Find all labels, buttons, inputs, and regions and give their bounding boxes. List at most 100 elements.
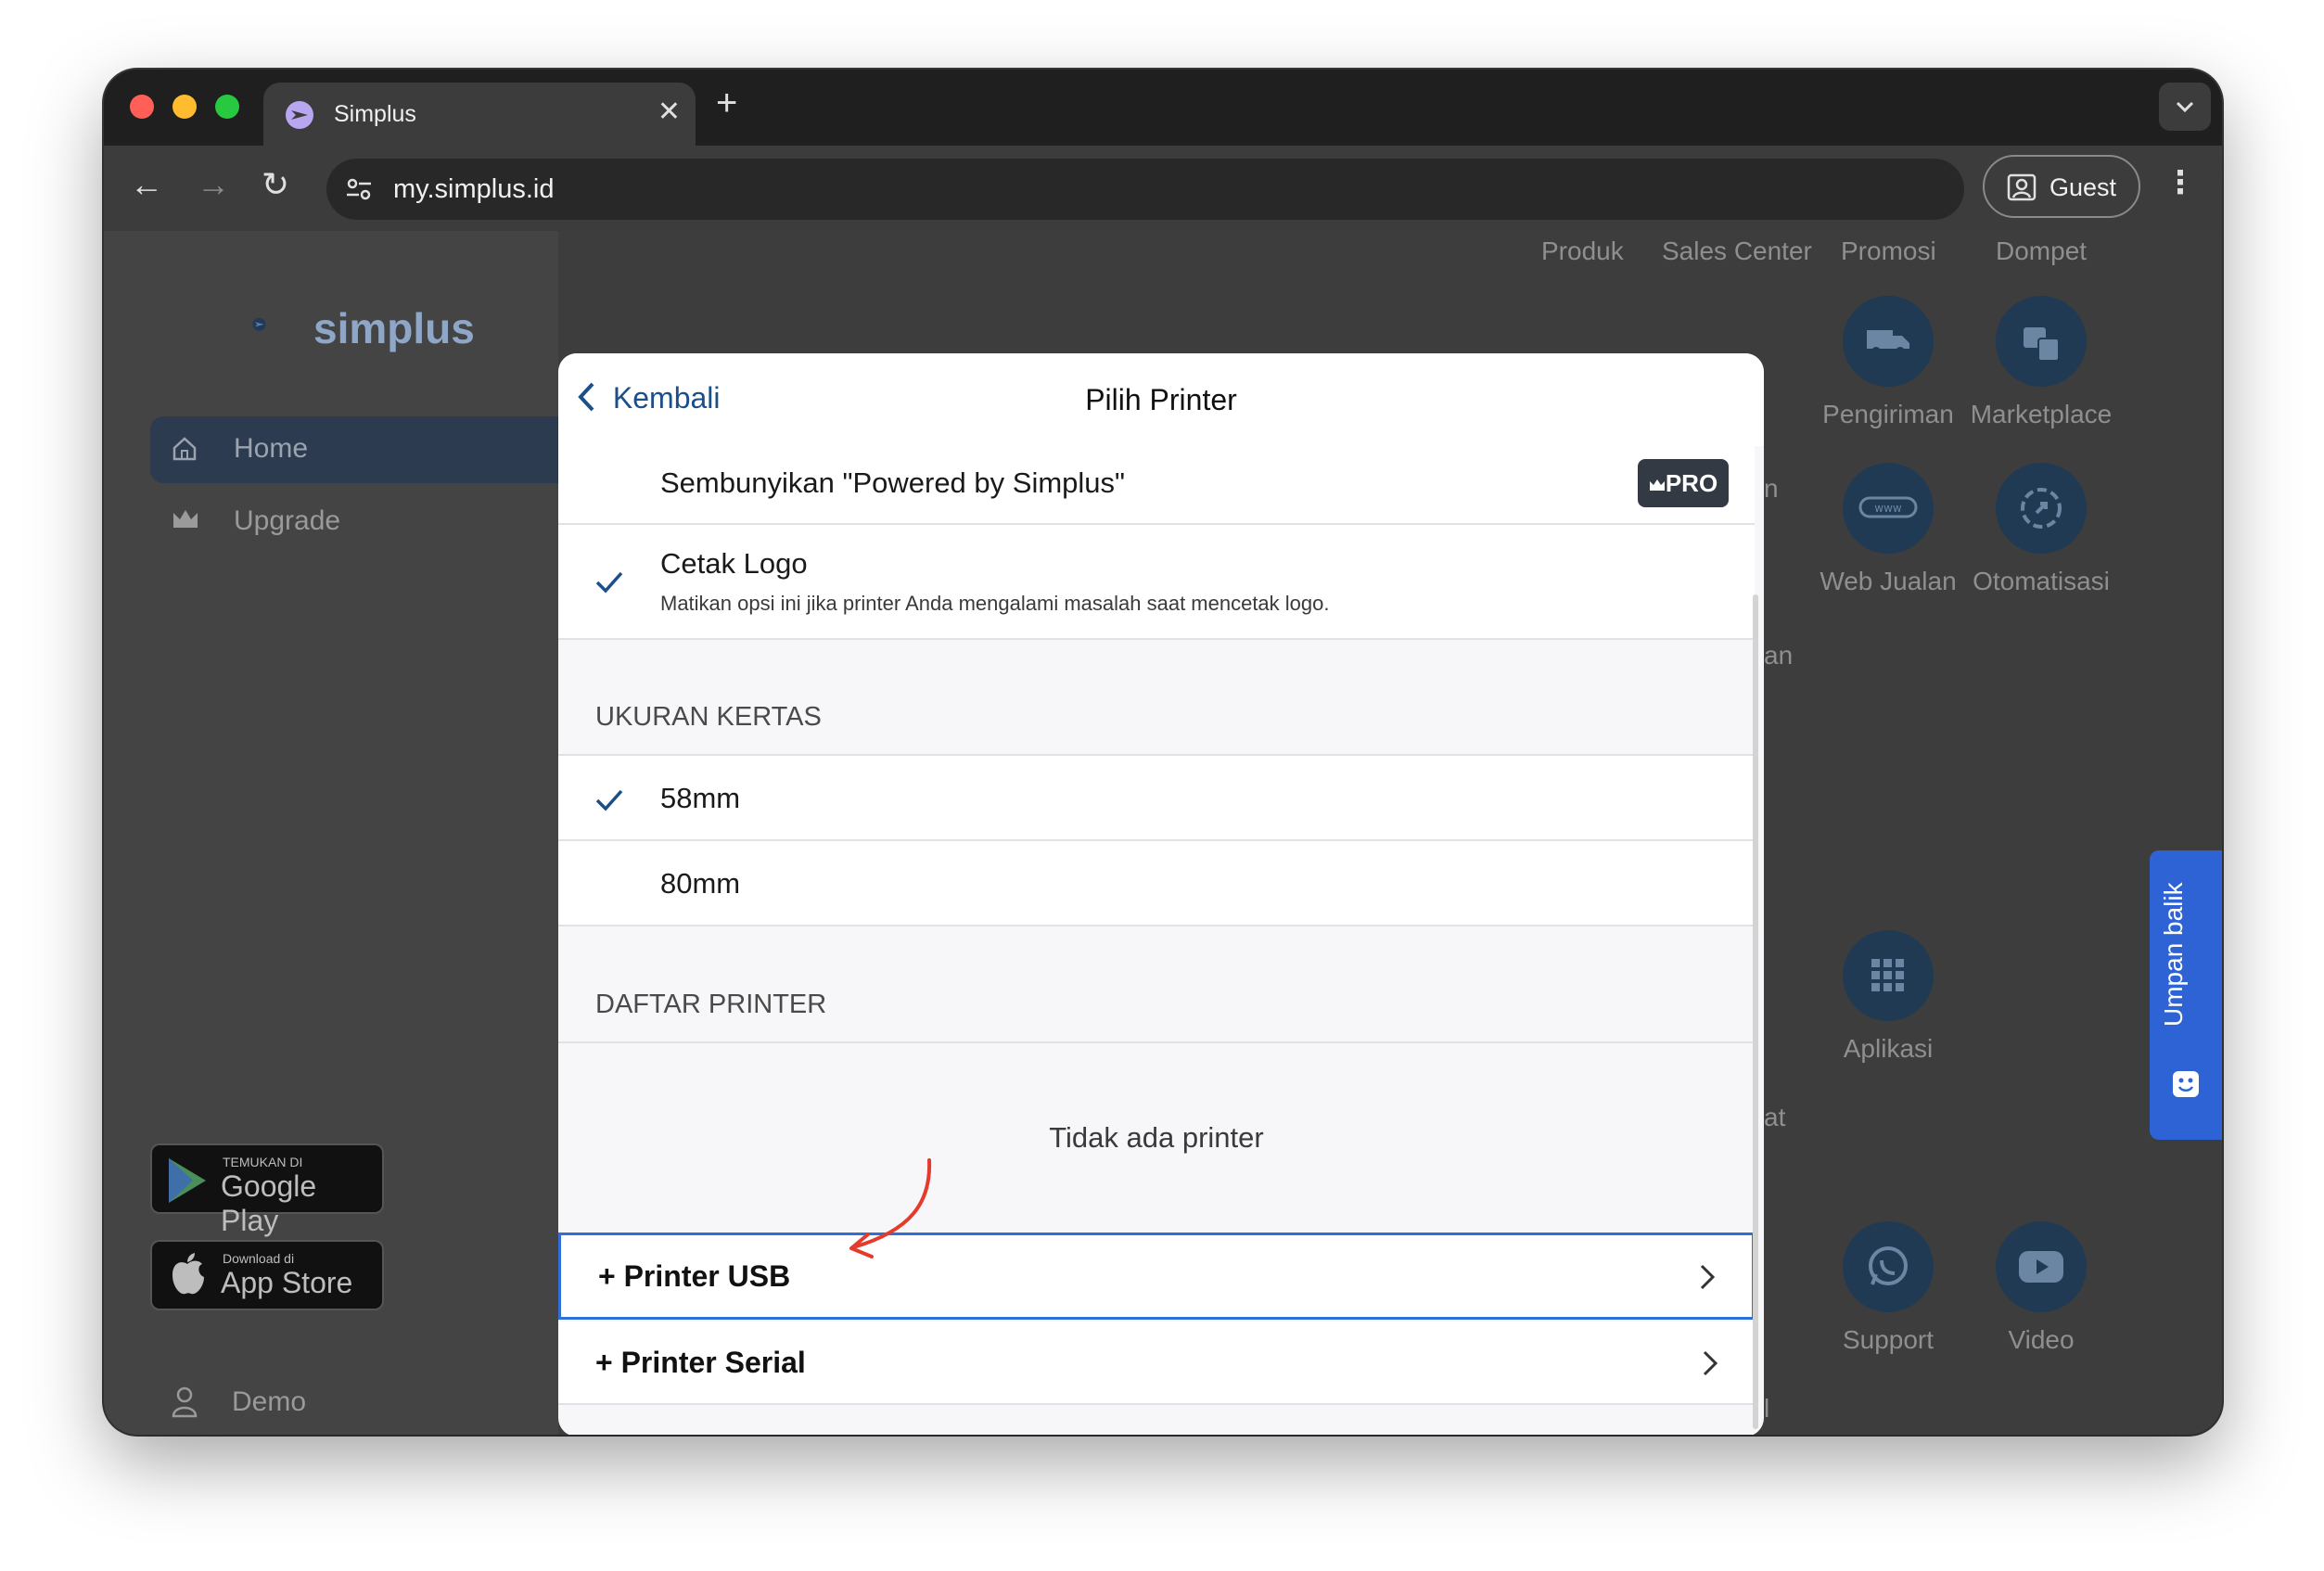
crown-icon — [1649, 479, 1665, 491]
tab-close-icon[interactable]: ✕ — [658, 96, 681, 128]
logo-text: simplus — [313, 304, 475, 352]
app-store-text: App Store — [221, 1266, 353, 1299]
paper-size-header: UKURAN KERTAS — [595, 702, 822, 732]
print-logo-option[interactable]: Cetak Logo Matikan opsi ini jika printer… — [558, 525, 1755, 640]
topnav-produk[interactable]: Produk — [1541, 236, 1624, 266]
feature-pengiriman[interactable]: Pengiriman — [1805, 296, 1972, 429]
whatsapp-icon — [1843, 1221, 1934, 1312]
printer-modal: Pilih Printer Kembali Sembunyikan "Power… — [558, 353, 1764, 1435]
feature-marketplace[interactable]: Marketplace — [1958, 296, 2125, 429]
checkmark-icon — [595, 789, 623, 811]
address-bar[interactable]: my.simplus.id — [326, 159, 1964, 220]
home-icon — [172, 437, 197, 461]
profile-label: Guest — [2049, 173, 2117, 201]
minimize-window-button[interactable] — [172, 95, 197, 119]
close-window-button[interactable] — [130, 95, 154, 119]
feature-otomatisasi[interactable]: Otomatisasi — [1958, 463, 2125, 596]
google-play-badge[interactable]: TEMUKAN DI Google Play — [150, 1143, 384, 1237]
new-tab-button[interactable]: + — [716, 84, 737, 121]
modal-header: Pilih Printer Kembali — [558, 353, 1764, 446]
sidebar: simplus Home Upgrade TEMUKAN DI Google P… — [104, 231, 577, 1435]
svg-text:www: www — [1874, 502, 1902, 515]
user-icon — [172, 1386, 198, 1418]
feature-label: Aplikasi — [1843, 1034, 1934, 1063]
automation-icon — [1996, 463, 2087, 554]
topnav-dompet[interactable]: Dompet — [1996, 236, 2087, 266]
add-serial-printer-label: + Printer Serial — [595, 1346, 806, 1379]
feature-video[interactable]: Video — [1958, 1221, 2125, 1355]
smiley-icon — [2173, 1071, 2199, 1097]
url-text: my.simplus.id — [393, 174, 555, 204]
hide-powered-by-option[interactable]: Sembunyikan "Powered by Simplus" PRO — [558, 446, 1755, 525]
feature-aplikasi[interactable]: Aplikasi — [1805, 930, 1972, 1064]
back-button[interactable]: Kembali — [577, 381, 721, 415]
sidebar-item-label: Home — [234, 433, 309, 464]
option-label: Sembunyikan "Powered by Simplus" — [660, 466, 1126, 499]
partial-label: at — [1764, 1103, 1786, 1131]
chevron-down-icon — [2176, 101, 2194, 113]
feature-support[interactable]: Support — [1805, 1221, 1972, 1355]
annotation-arrow-icon — [849, 1158, 932, 1258]
simplus-logo-icon — [252, 317, 266, 331]
option-description: Matikan opsi ini jika printer Anda menga… — [660, 592, 1330, 615]
app-store-badge[interactable]: Download di App Store — [150, 1240, 384, 1310]
chevron-right-icon — [1703, 1350, 1718, 1376]
feature-label: Pengiriman — [1822, 400, 1954, 428]
checkmark-icon — [595, 571, 623, 594]
sidebar-item-upgrade[interactable]: Upgrade — [171, 505, 340, 541]
partial-label: n — [1764, 474, 1779, 503]
partial-label: an — [1764, 641, 1794, 670]
add-usb-printer-label: + Printer USB — [598, 1259, 791, 1293]
profile-icon — [2007, 173, 2037, 201]
modal-title: Pilih Printer — [1085, 383, 1237, 416]
feature-label: Video — [2008, 1325, 2075, 1354]
truck-icon — [1843, 296, 1934, 387]
chevron-left-icon — [578, 382, 594, 412]
feature-label: Otomatisasi — [1973, 567, 2110, 595]
youtube-icon — [1996, 1221, 2087, 1312]
tab-search-button[interactable] — [2159, 83, 2211, 131]
tab-title: Simplus — [334, 101, 416, 127]
back-arrow-icon[interactable]: ← — [130, 168, 163, 201]
add-usb-printer-button[interactable]: + Printer USB — [558, 1233, 1755, 1320]
browser-menu-icon[interactable]: ⋮ — [2164, 164, 2196, 201]
empty-printer-text: Tidak ada printer — [1049, 1121, 1264, 1154]
modal-scrollbar[interactable] — [1753, 594, 1758, 1429]
paper-size-80mm[interactable]: 80mm — [558, 841, 1755, 926]
add-serial-printer-button[interactable]: + Printer Serial — [558, 1322, 1755, 1405]
maximize-window-button[interactable] — [215, 95, 239, 119]
divider — [558, 1041, 1755, 1043]
paper-size-58mm[interactable]: 58mm — [558, 754, 1755, 841]
printer-list-header: DAFTAR PRINTER — [595, 990, 827, 1019]
pro-badge: PRO — [1638, 459, 1729, 507]
feature-label: Web Jualan — [1820, 567, 1957, 595]
profile-button[interactable]: Guest — [1983, 155, 2140, 218]
shopping-bag-icon — [1996, 296, 2087, 387]
browser-window: Simplus ✕ + ← → ↻ my.simplus.id Guest ⋮ … — [104, 70, 2222, 1435]
google-play-icon — [169, 1158, 206, 1203]
option-label: 58mm — [660, 782, 741, 814]
browser-tab[interactable]: Simplus ✕ — [263, 83, 696, 146]
sidebar-user[interactable]: Demo — [171, 1386, 306, 1425]
back-label: Kembali — [612, 381, 721, 415]
feedback-label: Umpan balik — [2159, 882, 2188, 1027]
topnav-promosi[interactable]: Promosi — [1841, 236, 1936, 266]
topnav-sales-center[interactable]: Sales Center — [1662, 236, 1812, 266]
title-bar: Simplus ✕ + — [104, 70, 2222, 146]
reload-icon[interactable]: ↻ — [262, 168, 289, 201]
option-label: 80mm — [660, 867, 741, 900]
apple-icon — [172, 1253, 204, 1295]
pro-label: PRO — [1665, 469, 1718, 497]
feature-web-jualan[interactable]: www Web Jualan — [1805, 463, 1972, 596]
forward-arrow-icon[interactable]: → — [197, 168, 230, 201]
chevron-right-icon — [1700, 1264, 1716, 1290]
google-play-text: Google Play — [221, 1169, 317, 1237]
grid-icon — [1843, 930, 1934, 1021]
page-content: simplus Home Upgrade TEMUKAN DI Google P… — [104, 231, 2222, 1435]
sidebar-item-home[interactable]: Home — [150, 416, 577, 483]
simplus-favicon-icon — [286, 101, 313, 129]
site-settings-icon[interactable] — [343, 173, 375, 205]
feedback-tab[interactable]: Umpan balik — [2150, 850, 2222, 1140]
sidebar-item-label: Upgrade — [234, 505, 341, 536]
feature-label: Marketplace — [1970, 400, 2113, 428]
